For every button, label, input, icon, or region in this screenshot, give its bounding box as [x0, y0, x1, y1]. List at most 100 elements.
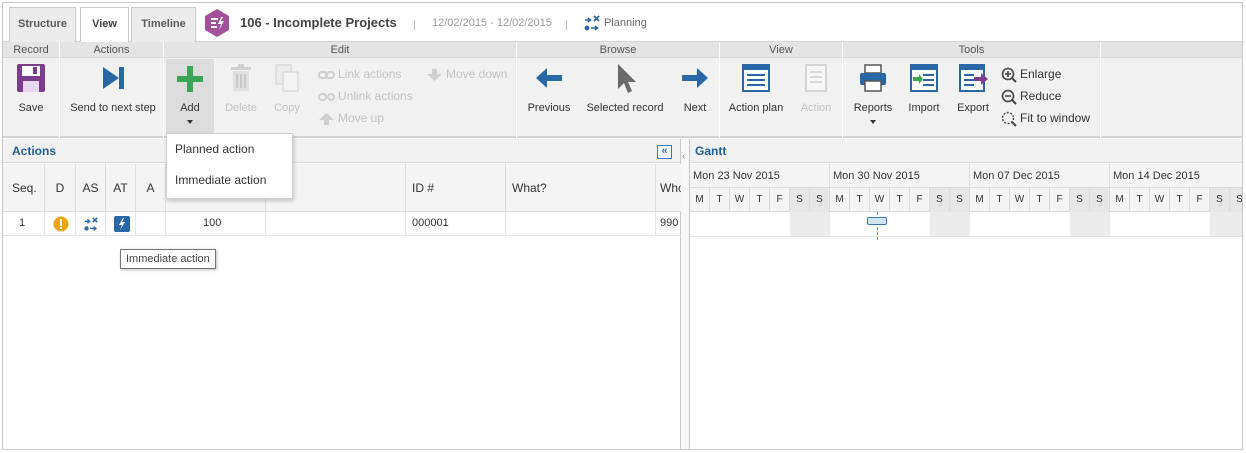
- fit-to-window-label: Fit to window: [1020, 111, 1091, 125]
- group-title: Record: [3, 42, 59, 58]
- actions-panel: Actions « Seq. D AS AT A e ID # What? Wh…: [3, 139, 681, 449]
- gantt-day-label: T: [890, 188, 910, 212]
- chevron-left-icon[interactable]: ‹: [682, 151, 685, 162]
- page-title: 106 - Incomplete Projects: [240, 15, 397, 30]
- column-header-id[interactable]: ID #: [406, 164, 506, 212]
- add-label: Add: [180, 102, 200, 114]
- group-title: Actions: [60, 42, 163, 58]
- next-label: Next: [683, 102, 707, 114]
- actions-grid-header: Seq. D AS AT A e ID # What? Who: [3, 164, 681, 212]
- panel-splitter[interactable]: ‹: [681, 139, 690, 449]
- copy-button[interactable]: Copy: [269, 62, 305, 114]
- arrow-up-icon: [319, 112, 334, 125]
- arrow-right-icon: [682, 68, 708, 88]
- column-header-seq[interactable]: Seq.: [3, 164, 45, 212]
- save-button[interactable]: Save: [13, 62, 49, 114]
- immediate-action-icon[interactable]: [114, 216, 130, 232]
- gantt-timeline-header: Mon 23 Nov 2015 Mon 30 Nov 2015 Mon 07 D…: [690, 164, 1242, 212]
- previous-button[interactable]: Previous: [525, 62, 573, 114]
- unlink-actions-button[interactable]: Unlink actions: [318, 86, 413, 106]
- group-actions: Actions Send to next step: [60, 42, 164, 138]
- gantt-day-label: M: [830, 188, 850, 212]
- gantt-day-label: M: [970, 188, 990, 212]
- tab-view[interactable]: View: [80, 7, 129, 42]
- column-header-who[interactable]: Who: [656, 164, 681, 212]
- copy-label: Copy: [274, 102, 300, 114]
- menu-item-planned-action[interactable]: Planned action: [167, 134, 292, 165]
- move-up-label: Move up: [338, 111, 385, 125]
- column-header-what[interactable]: What?: [506, 164, 656, 212]
- gantt-day-label: W: [730, 188, 750, 212]
- cell-who: 990: [660, 217, 679, 229]
- gantt-day-label: S: [790, 188, 810, 212]
- enlarge-label: Enlarge: [1020, 67, 1062, 81]
- group-tools: Tools Reports Import Export Enlarge Redu…: [843, 42, 1101, 138]
- column-header-a[interactable]: A: [136, 164, 166, 212]
- tab-timeline[interactable]: Timeline: [131, 7, 196, 42]
- move-down-button[interactable]: Move down: [426, 64, 507, 84]
- unlink-icon: [318, 92, 335, 101]
- copy-icon: [275, 64, 299, 92]
- link-actions-button[interactable]: Link actions: [318, 64, 401, 84]
- link-icon: [318, 70, 335, 79]
- cell-d: [45, 212, 76, 236]
- trash-icon: [231, 64, 251, 91]
- tab-structure[interactable]: Structure: [9, 7, 76, 42]
- fit-to-window-button[interactable]: Fit to window: [1001, 108, 1090, 128]
- reports-button[interactable]: Reports: [849, 62, 897, 132]
- export-button[interactable]: Export: [955, 62, 991, 114]
- next-button[interactable]: Next: [677, 62, 713, 114]
- caret-down-icon: [187, 120, 193, 124]
- gantt-day-label: W: [1010, 188, 1030, 212]
- save-icon: [17, 64, 45, 92]
- planning-icon: [84, 217, 98, 231]
- delete-button[interactable]: Delete: [222, 62, 260, 114]
- add-button[interactable]: Add: [166, 59, 214, 134]
- move-up-button[interactable]: Move up: [318, 108, 384, 128]
- cell-as: [76, 212, 106, 236]
- weekend-band: [1210, 212, 1242, 237]
- gantt-day-label: S: [930, 188, 950, 212]
- zoom-in-icon: [1001, 67, 1017, 83]
- send-next-step-button[interactable]: Send to next step: [65, 62, 161, 114]
- cell-what: [506, 212, 656, 236]
- group-title: Edit: [164, 42, 516, 58]
- ribbon-toolbar: Record Save Actions Send to next step Ed…: [3, 42, 1242, 138]
- column-header-d[interactable]: D: [45, 164, 76, 212]
- action-plan-button[interactable]: Action plan: [728, 62, 784, 114]
- reduce-button[interactable]: Reduce: [1001, 86, 1061, 106]
- gantt-row: [690, 236, 1242, 237]
- action-label: Action: [800, 102, 832, 114]
- column-header-as[interactable]: AS: [76, 164, 106, 212]
- tooltip: Immediate action: [120, 249, 216, 269]
- export-label: Export: [957, 102, 989, 114]
- gantt-week-label: Mon 30 Nov 2015: [830, 164, 970, 188]
- gantt-day-label: W: [870, 188, 890, 212]
- column-header-at[interactable]: AT: [106, 164, 136, 212]
- gantt-panel-title: Gantt: [690, 139, 1242, 163]
- arrow-down-icon: [427, 68, 442, 81]
- gantt-task-bar[interactable]: [867, 217, 887, 225]
- printer-icon: [860, 64, 886, 92]
- gantt-day-label: F: [1190, 188, 1210, 212]
- reports-label: Reports: [853, 102, 893, 114]
- header-separator: |: [413, 17, 417, 31]
- menu-item-immediate-action[interactable]: Immediate action: [167, 165, 292, 196]
- table-row[interactable]: 1 100 000001 990: [3, 212, 681, 236]
- move-down-label: Move down: [446, 67, 508, 81]
- action-button[interactable]: Action: [798, 62, 834, 114]
- import-button[interactable]: Import: [905, 62, 943, 114]
- module-label: Planning: [604, 17, 647, 29]
- gantt-day-label: T: [990, 188, 1010, 212]
- export-icon: [959, 64, 988, 92]
- gantt-day-label: S: [1070, 188, 1090, 212]
- selected-record-button[interactable]: Selected record: [584, 62, 666, 114]
- gantt-week-label: Mon 07 Dec 2015: [970, 164, 1110, 188]
- group-view: View Action plan Action: [720, 42, 843, 138]
- enlarge-button[interactable]: Enlarge: [1001, 64, 1061, 84]
- weekend-band: [1070, 212, 1110, 237]
- gantt-week-label: Mon 14 Dec 2015: [1110, 164, 1242, 188]
- collapse-panel-button[interactable]: «: [657, 145, 672, 159]
- group-browse: Browse Previous Selected record Next: [517, 42, 720, 138]
- planning-icon: [584, 15, 600, 31]
